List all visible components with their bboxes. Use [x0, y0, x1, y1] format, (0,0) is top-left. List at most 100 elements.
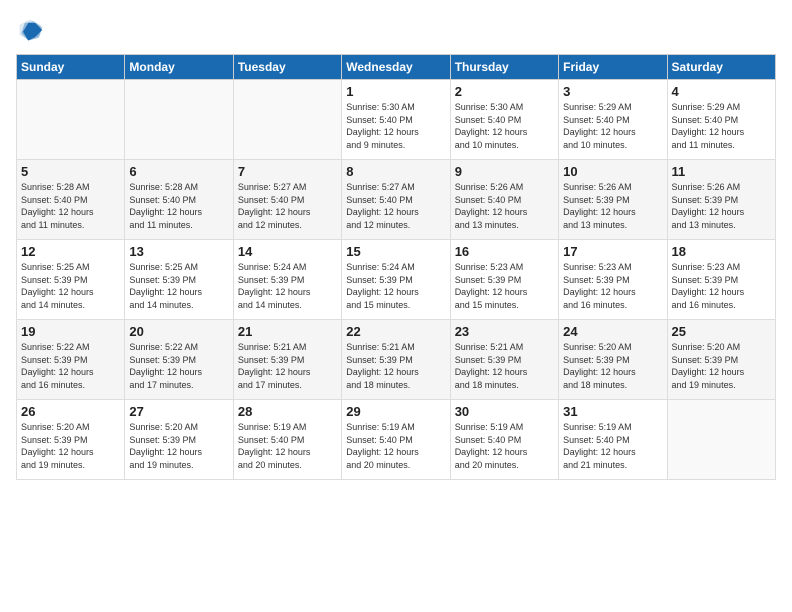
day-info: Sunrise: 5:26 AMSunset: 5:39 PMDaylight:… — [672, 182, 745, 230]
day-cell: 22 Sunrise: 5:21 AMSunset: 5:39 PMDayligh… — [342, 320, 450, 400]
day-number: 29 — [346, 404, 445, 419]
day-number: 14 — [238, 244, 337, 259]
day-info: Sunrise: 5:23 AMSunset: 5:39 PMDaylight:… — [563, 262, 636, 310]
col-header-wednesday: Wednesday — [342, 55, 450, 80]
day-info: Sunrise: 5:26 AMSunset: 5:40 PMDaylight:… — [455, 182, 528, 230]
logo — [16, 16, 48, 44]
day-number: 9 — [455, 164, 554, 179]
day-info: Sunrise: 5:21 AMSunset: 5:39 PMDaylight:… — [238, 342, 311, 390]
day-cell: 26Sunrise: 5:20 AMSunset: 5:39 PMDayligh… — [17, 400, 125, 480]
day-cell: 20 Sunrise: 5:22 AMSunset: 5:39 PMDayligh… — [125, 320, 233, 400]
day-info: Sunrise: 5:26 AMSunset: 5:39 PMDaylight:… — [563, 182, 636, 230]
day-cell: 25 Sunrise: 5:20 AMSunset: 5:39 PMDayligh… — [667, 320, 775, 400]
day-info: Sunrise: 5:25 AMSunset: 5:39 PMDaylight:… — [21, 262, 94, 310]
day-cell: 31 Sunrise: 5:19 AMSunset: 5:40 PMDayligh… — [559, 400, 667, 480]
day-cell — [125, 80, 233, 160]
day-cell — [233, 80, 341, 160]
day-cell: 29 Sunrise: 5:19 AMSunset: 5:40 PMDayligh… — [342, 400, 450, 480]
day-number: 3 — [563, 84, 662, 99]
day-info: Sunrise: 5:20 AMSunset: 5:39 PMDaylight:… — [672, 342, 745, 390]
col-header-sunday: Sunday — [17, 55, 125, 80]
day-number: 21 — [238, 324, 337, 339]
day-number: 4 — [672, 84, 771, 99]
week-row-2: 5 Sunrise: 5:28 AMSunset: 5:40 PMDaylight… — [17, 160, 776, 240]
day-cell: 18 Sunrise: 5:23 AMSunset: 5:39 PMDayligh… — [667, 240, 775, 320]
day-info: Sunrise: 5:30 AMSunset: 5:40 PMDaylight:… — [346, 102, 419, 150]
day-cell — [17, 80, 125, 160]
day-cell — [667, 400, 775, 480]
day-cell: 15Sunrise: 5:24 AMSunset: 5:39 PMDayligh… — [342, 240, 450, 320]
day-info: Sunrise: 5:24 AMSunset: 5:39 PMDaylight:… — [238, 262, 311, 310]
day-number: 6 — [129, 164, 228, 179]
day-info: Sunrise: 5:30 AMSunset: 5:40 PMDaylight:… — [455, 102, 528, 150]
day-cell: 4Sunrise: 5:29 AMSunset: 5:40 PMDaylight… — [667, 80, 775, 160]
day-cell: 17 Sunrise: 5:23 AMSunset: 5:39 PMDayligh… — [559, 240, 667, 320]
day-info: Sunrise: 5:22 AMSunset: 5:39 PMDaylight:… — [129, 342, 202, 390]
day-number: 10 — [563, 164, 662, 179]
day-cell: 24 Sunrise: 5:20 AMSunset: 5:39 PMDayligh… — [559, 320, 667, 400]
day-info: Sunrise: 5:28 AMSunset: 5:40 PMDaylight:… — [21, 182, 94, 230]
col-header-friday: Friday — [559, 55, 667, 80]
page: SundayMondayTuesdayWednesdayThursdayFrid… — [0, 0, 792, 612]
day-cell: 9 Sunrise: 5:26 AMSunset: 5:40 PMDaylight… — [450, 160, 558, 240]
day-info: Sunrise: 5:20 AMSunset: 5:39 PMDaylight:… — [563, 342, 636, 390]
day-number: 26 — [21, 404, 120, 419]
calendar: SundayMondayTuesdayWednesdayThursdayFrid… — [16, 54, 776, 480]
day-cell: 2Sunrise: 5:30 AMSunset: 5:40 PMDaylight… — [450, 80, 558, 160]
day-cell: 5 Sunrise: 5:28 AMSunset: 5:40 PMDaylight… — [17, 160, 125, 240]
day-number: 12 — [21, 244, 120, 259]
day-number: 28 — [238, 404, 337, 419]
day-info: Sunrise: 5:20 AMSunset: 5:39 PMDaylight:… — [129, 422, 202, 470]
day-number: 31 — [563, 404, 662, 419]
day-number: 27 — [129, 404, 228, 419]
col-header-saturday: Saturday — [667, 55, 775, 80]
day-number: 5 — [21, 164, 120, 179]
day-number: 17 — [563, 244, 662, 259]
day-info: Sunrise: 5:22 AMSunset: 5:39 PMDaylight:… — [21, 342, 94, 390]
day-number: 30 — [455, 404, 554, 419]
day-info: Sunrise: 5:27 AMSunset: 5:40 PMDaylight:… — [346, 182, 419, 230]
day-number: 24 — [563, 324, 662, 339]
day-cell: 21 Sunrise: 5:21 AMSunset: 5:39 PMDayligh… — [233, 320, 341, 400]
day-number: 23 — [455, 324, 554, 339]
day-number: 25 — [672, 324, 771, 339]
day-cell: 16Sunrise: 5:23 AMSunset: 5:39 PMDayligh… — [450, 240, 558, 320]
day-number: 22 — [346, 324, 445, 339]
day-number: 1 — [346, 84, 445, 99]
day-cell: 1 Sunrise: 5:30 AMSunset: 5:40 PMDaylight… — [342, 80, 450, 160]
day-cell: 23 Sunrise: 5:21 AMSunset: 5:39 PMDayligh… — [450, 320, 558, 400]
day-info: Sunrise: 5:21 AMSunset: 5:39 PMDaylight:… — [455, 342, 528, 390]
header — [16, 16, 776, 44]
day-number: 15 — [346, 244, 445, 259]
day-cell: 6 Sunrise: 5:28 AMSunset: 5:40 PMDaylight… — [125, 160, 233, 240]
day-cell: 19 Sunrise: 5:22 AMSunset: 5:39 PMDayligh… — [17, 320, 125, 400]
day-cell: 12 Sunrise: 5:25 AMSunset: 5:39 PMDayligh… — [17, 240, 125, 320]
day-info: Sunrise: 5:19 AMSunset: 5:40 PMDaylight:… — [238, 422, 311, 470]
day-number: 18 — [672, 244, 771, 259]
day-number: 16 — [455, 244, 554, 259]
day-cell: 8 Sunrise: 5:27 AMSunset: 5:40 PMDaylight… — [342, 160, 450, 240]
day-info: Sunrise: 5:21 AMSunset: 5:39 PMDaylight:… — [346, 342, 419, 390]
day-info: Sunrise: 5:19 AMSunset: 5:40 PMDaylight:… — [563, 422, 636, 470]
day-info: Sunrise: 5:28 AMSunset: 5:40 PMDaylight:… — [129, 182, 202, 230]
day-cell: 13 Sunrise: 5:25 AMSunset: 5:39 PMDayligh… — [125, 240, 233, 320]
day-info: Sunrise: 5:27 AMSunset: 5:40 PMDaylight:… — [238, 182, 311, 230]
day-cell: 10 Sunrise: 5:26 AMSunset: 5:39 PMDayligh… — [559, 160, 667, 240]
day-cell: 27 Sunrise: 5:20 AMSunset: 5:39 PMDayligh… — [125, 400, 233, 480]
day-info: Sunrise: 5:23 AMSunset: 5:39 PMDaylight:… — [672, 262, 745, 310]
day-number: 8 — [346, 164, 445, 179]
day-info: Sunrise: 5:19 AMSunset: 5:40 PMDaylight:… — [455, 422, 528, 470]
day-cell: 30 Sunrise: 5:19 AMSunset: 5:40 PMDayligh… — [450, 400, 558, 480]
day-number: 13 — [129, 244, 228, 259]
day-cell: 11Sunrise: 5:26 AMSunset: 5:39 PMDayligh… — [667, 160, 775, 240]
day-info: Sunrise: 5:29 AMSunset: 5:40 PMDaylight:… — [563, 102, 636, 150]
day-number: 20 — [129, 324, 228, 339]
col-header-monday: Monday — [125, 55, 233, 80]
col-header-thursday: Thursday — [450, 55, 558, 80]
day-number: 19 — [21, 324, 120, 339]
day-cell: 14 Sunrise: 5:24 AMSunset: 5:39 PMDayligh… — [233, 240, 341, 320]
week-row-5: 26 Sunrise: 5:20 AMSunset: 5:39 PMDayligh… — [17, 400, 776, 480]
day-info: Sunrise: 5:19 AMSunset: 5:40 PMDaylight:… — [346, 422, 419, 470]
day-cell: 3 Sunrise: 5:29 AMSunset: 5:40 PMDaylight… — [559, 80, 667, 160]
day-info: Sunrise: 5:25 AMSunset: 5:39 PMDaylight:… — [129, 262, 202, 310]
